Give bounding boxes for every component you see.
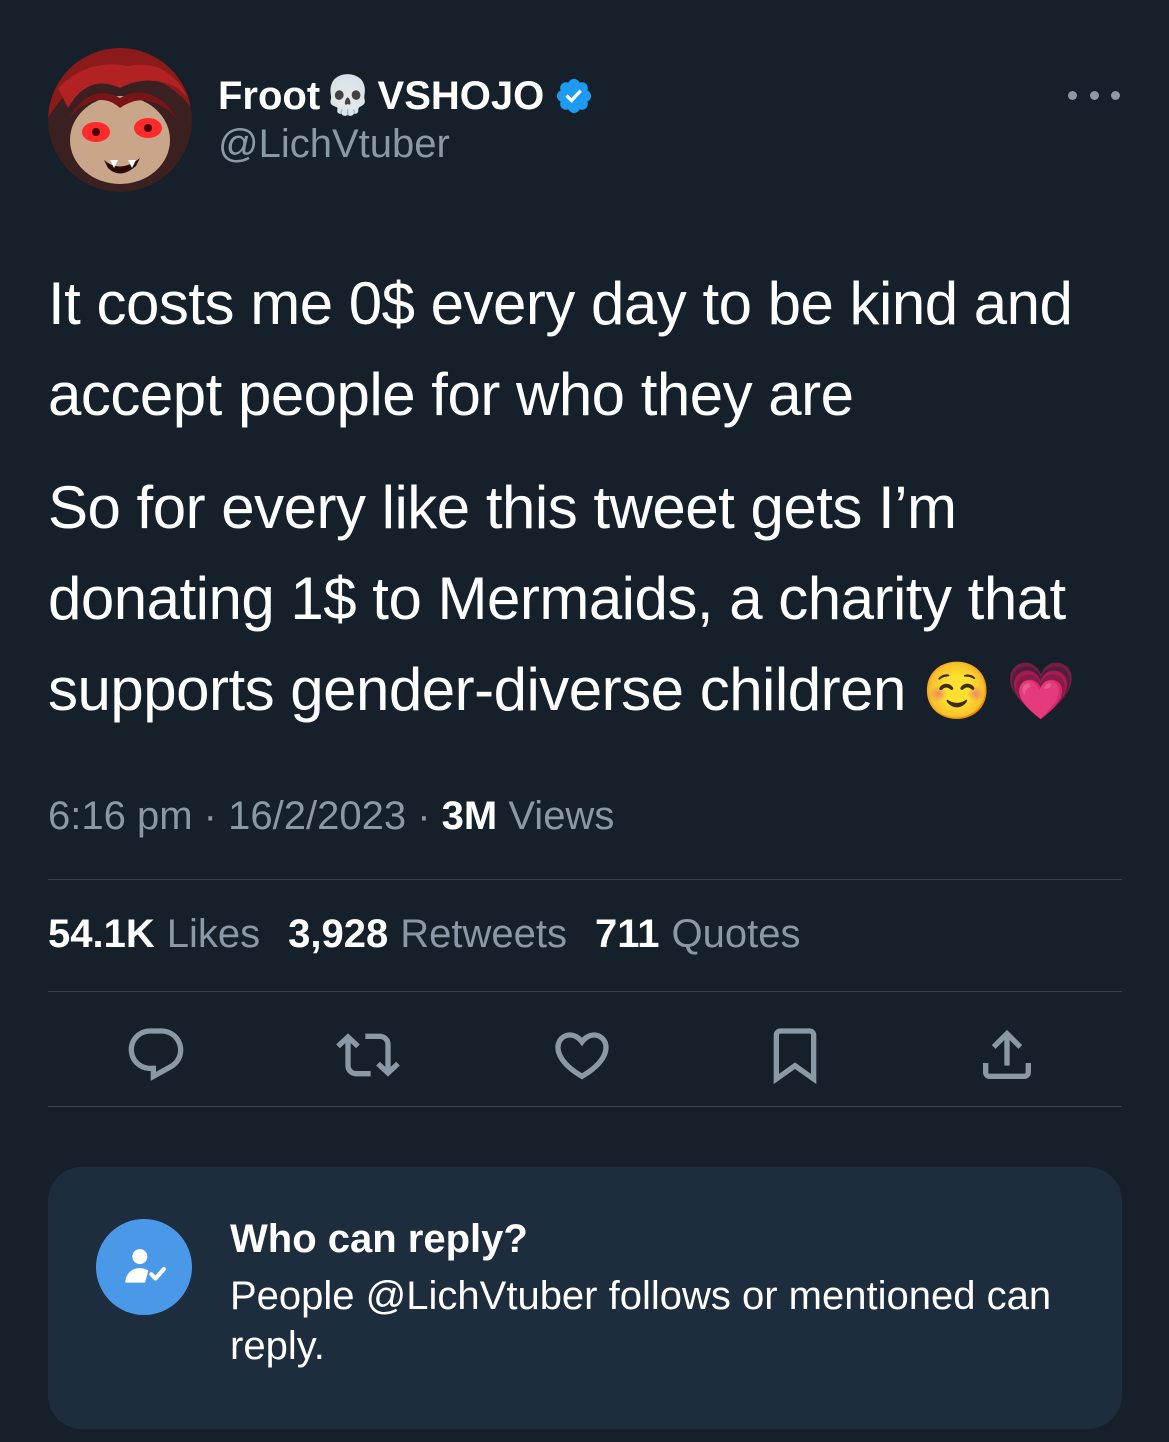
tweet-meta: 6:16 pm · 16/2/2023 · 3M Views [48,794,614,839]
retweets-count: 3,928 [288,912,389,956]
author-handle[interactable]: @LichVtuber [218,122,450,167]
tweet-time: 6:16 pm [48,794,193,838]
smile-heart-emoji: ☺️ 💗 [921,659,1076,722]
share-button[interactable] [972,1020,1042,1090]
tweet-paragraph-2-text: So for every like this tweet gets I’m do… [48,474,1066,723]
tweet-detail-view: Froot 💀 VSHOJO @LichVtuber It costs me 0… [0,0,1169,1442]
retweets-stat[interactable]: 3,928 Retweets [288,912,567,957]
dot [1068,90,1077,100]
skull-emoji: 💀 [324,75,372,117]
tweet-date: 16/2/2023 [228,794,407,838]
dot [1111,90,1120,100]
retweet-button[interactable] [333,1020,403,1090]
author-avatar[interactable] [48,48,192,192]
views-label: Views [508,794,615,838]
reply-button[interactable] [121,1020,191,1090]
reply-restriction-card: Who can reply? People @LichVtuber follow… [48,1167,1122,1429]
like-heart-icon [555,1032,609,1080]
quotes-count: 711 [595,912,660,956]
engagement-stats: 54.1K Likes 3,928 Retweets 711 Quotes [48,912,801,957]
author-name-part2: VSHOJO [377,73,545,118]
tweet-text: It costs me 0$ every day to be kind and … [48,258,1128,736]
bookmark-button[interactable] [760,1020,830,1090]
retweets-label: Retweets [400,912,567,956]
more-options-icon[interactable] [1068,80,1120,110]
verified-badge-icon [557,78,592,114]
likes-label: Likes [166,912,261,956]
reply-settings-title: Who can reply? [230,1217,528,1261]
likes-count: 54.1K [48,912,155,956]
share-icon [983,1029,1031,1079]
reply-settings-description: People @LichVtuber follows or mentioned … [230,1274,1052,1368]
author-name-part1: Froot [218,73,321,118]
retweet-icon [336,1033,400,1077]
tweet-action-bar [48,1020,1122,1090]
reply-icon [128,1028,184,1081]
quotes-label: Quotes [671,912,801,956]
like-button[interactable] [547,1020,617,1090]
bookmark-icon [773,1028,817,1085]
divider [48,879,1122,880]
divider [48,991,1122,992]
meta-separator: · [417,794,431,838]
quotes-stat[interactable]: 711 Quotes [595,912,801,957]
person-check-icon [96,1219,192,1315]
tweet-paragraph-2: So for every like this tweet gets I’m do… [48,462,1128,736]
author-name[interactable]: Froot 💀 VSHOJO [218,70,594,122]
tweet-paragraph-1: It costs me 0$ every day to be kind and … [48,270,1073,428]
views-count: 3M [441,794,498,838]
likes-stat[interactable]: 54.1K Likes [48,912,260,957]
divider [48,1106,1122,1107]
dot [1089,90,1099,100]
meta-separator: · [203,794,217,838]
